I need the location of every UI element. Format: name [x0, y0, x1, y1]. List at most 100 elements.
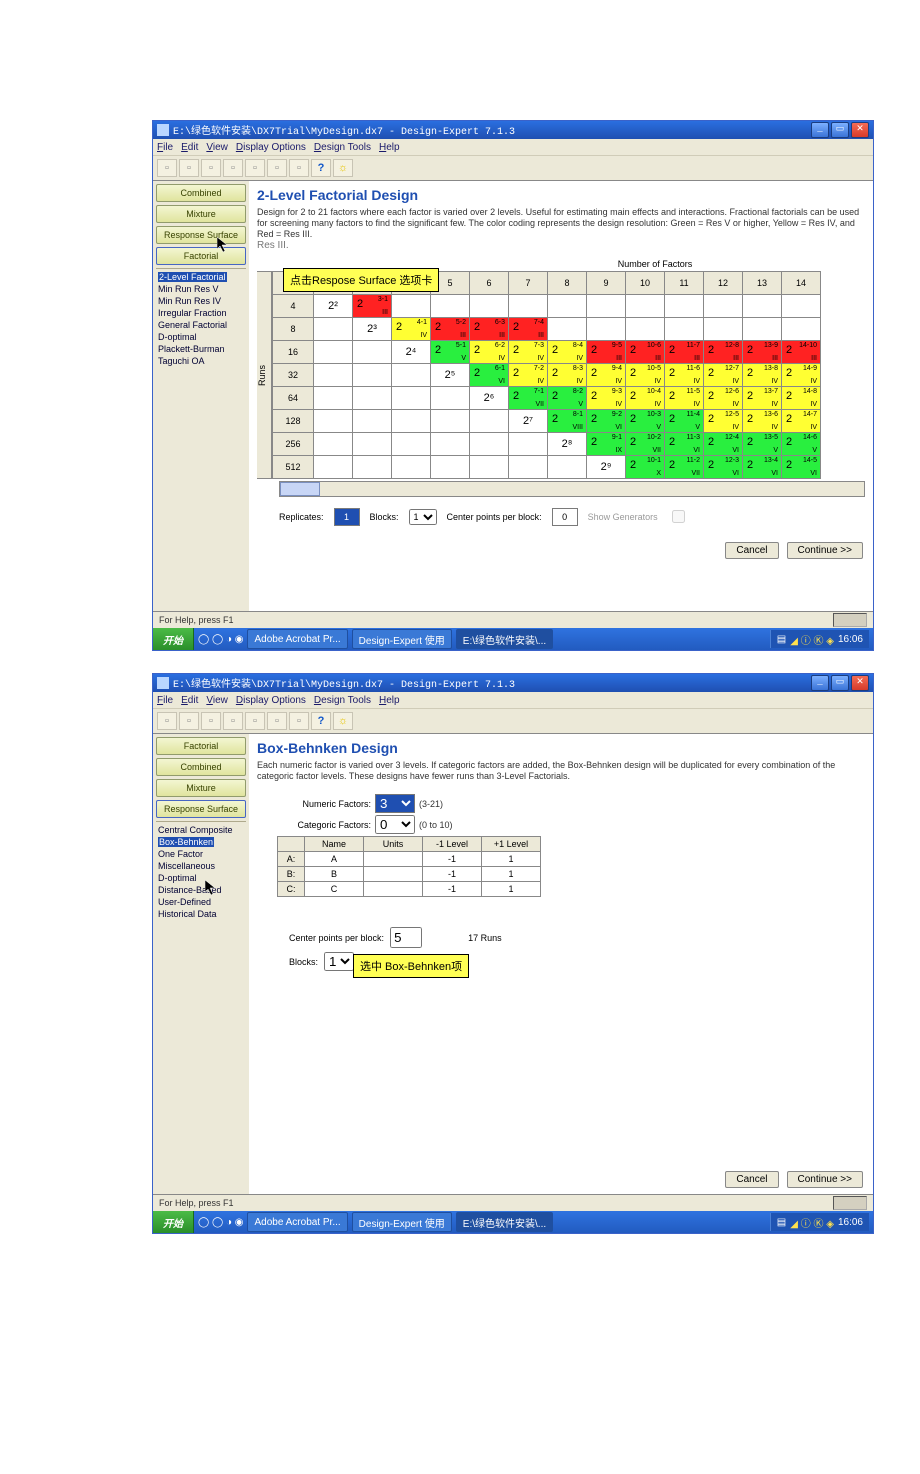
cell-16-5[interactable]: 25-1V: [431, 341, 470, 364]
cell-16-13[interactable]: 213-9III: [743, 341, 782, 364]
start-button[interactable]: 开始: [153, 1211, 194, 1233]
cell-16-7[interactable]: 27-3IV: [509, 341, 548, 364]
tree-item-d-optimal[interactable]: D-optimal: [158, 331, 244, 343]
cell-256-8[interactable]: 2⁸: [548, 433, 587, 456]
?-icon[interactable]: ?: [311, 712, 331, 730]
cell-16-11[interactable]: 211-7III: [665, 341, 704, 364]
open-icon[interactable]: ▫: [179, 159, 199, 177]
maximize-button[interactable]: ▭: [831, 122, 849, 138]
w2-continue-button[interactable]: Continue >>: [787, 1171, 864, 1188]
task-de-app[interactable]: E:\绿色软件安装\...: [456, 629, 553, 649]
menu-file[interactable]: File: [157, 142, 173, 153]
cell-8-3[interactable]: 2³: [353, 318, 392, 341]
save-icon[interactable]: ▫: [201, 159, 221, 177]
navcard-combined[interactable]: Combined: [156, 758, 246, 776]
task-adobe[interactable]: Adobe Acrobat Pr...: [247, 1212, 347, 1232]
tree-item-min-run-res-v[interactable]: Min Run Res V: [158, 283, 244, 295]
cell-16-4[interactable]: 2⁴: [392, 341, 431, 364]
cell-256-9[interactable]: 29-1IX: [587, 433, 626, 456]
cell-16-9[interactable]: 29-5III: [587, 341, 626, 364]
paste-icon[interactable]: ▫: [267, 712, 287, 730]
task-adobe[interactable]: Adobe Acrobat Pr...: [247, 629, 347, 649]
cell-128-13[interactable]: 213-6IV: [743, 410, 782, 433]
menu-view[interactable]: View: [206, 142, 228, 153]
cell-128-8[interactable]: 28-1VIII: [548, 410, 587, 433]
paste-icon[interactable]: ▫: [267, 159, 287, 177]
cell-32-11[interactable]: 211-6IV: [665, 364, 704, 387]
cell-64-13[interactable]: 213-7IV: [743, 387, 782, 410]
cell-64-8[interactable]: 28-2V: [548, 387, 587, 410]
tree-item-one-factor[interactable]: One Factor: [158, 848, 244, 860]
blocks-select[interactable]: 1: [409, 509, 437, 525]
cell-A-units[interactable]: [364, 852, 423, 867]
start-button[interactable]: 开始: [153, 628, 194, 650]
cell-16-10[interactable]: 210-6III: [626, 341, 665, 364]
num-factors-select[interactable]: 3: [375, 794, 415, 813]
cell-8-5[interactable]: 25-2III: [431, 318, 470, 341]
cell-16-12[interactable]: 212-8III: [704, 341, 743, 364]
cell-64-6[interactable]: 2⁶: [470, 387, 509, 410]
tree-item-d-optimal[interactable]: D-optimal: [158, 872, 244, 884]
cell-128-9[interactable]: 29-2VI: [587, 410, 626, 433]
navcard-combined[interactable]: Combined: [156, 184, 246, 202]
cell-4-2[interactable]: 2²: [314, 295, 353, 318]
cell-32-12[interactable]: 212-7IV: [704, 364, 743, 387]
cell-128-12[interactable]: 212-5IV: [704, 410, 743, 433]
maximize-button[interactable]: ▭: [831, 675, 849, 691]
navcard-factorial[interactable]: Factorial: [156, 737, 246, 755]
cell-B-lo[interactable]: -1: [423, 867, 482, 882]
cat-factors-select[interactable]: 0: [375, 815, 415, 834]
w1-hscrollbar[interactable]: [279, 481, 865, 497]
cell-256-10[interactable]: 210-2VII: [626, 433, 665, 456]
w1-continue-button[interactable]: Continue >>: [787, 542, 864, 559]
cell-256-14[interactable]: 214-6V: [782, 433, 821, 456]
cell-64-9[interactable]: 29-3IV: [587, 387, 626, 410]
tree-item-plackett-burman[interactable]: Plackett-Burman: [158, 343, 244, 355]
cell-32-10[interactable]: 210-5IV: [626, 364, 665, 387]
cpb-input[interactable]: [552, 508, 578, 526]
cell-C-units[interactable]: [364, 882, 423, 897]
cell-128-14[interactable]: 214-7IV: [782, 410, 821, 433]
cell-B-units[interactable]: [364, 867, 423, 882]
tree-item-irregular-fraction[interactable]: Irregular Fraction: [158, 307, 244, 319]
open-icon[interactable]: ▫: [179, 712, 199, 730]
cell-512-13[interactable]: 213-4VI: [743, 456, 782, 479]
menu-design-tools[interactable]: Design Tools: [314, 142, 371, 153]
menu-design-tools[interactable]: Design Tools: [314, 695, 371, 706]
tree-item-min-run-res-iv[interactable]: Min Run Res IV: [158, 295, 244, 307]
cell-32-14[interactable]: 214-9IV: [782, 364, 821, 387]
cell-16-8[interactable]: 28-4IV: [548, 341, 587, 364]
?-icon[interactable]: ?: [311, 159, 331, 177]
tree-item-miscellaneous[interactable]: Miscellaneous: [158, 860, 244, 872]
minimize-button[interactable]: _: [811, 675, 829, 691]
cell-32-6[interactable]: 26-1VI: [470, 364, 509, 387]
cell-128-10[interactable]: 210-3V: [626, 410, 665, 433]
cell-256-12[interactable]: 212-4VI: [704, 433, 743, 456]
bulb-icon[interactable]: ☼: [333, 159, 353, 177]
save-icon[interactable]: ▫: [201, 712, 221, 730]
task-de-help[interactable]: Design-Expert 使用: [352, 1212, 452, 1232]
w2-cancel-button[interactable]: Cancel: [725, 1171, 778, 1188]
tree-item-general-factorial[interactable]: General Factorial: [158, 319, 244, 331]
cell-A-lo[interactable]: -1: [423, 852, 482, 867]
cell-C-lo[interactable]: -1: [423, 882, 482, 897]
menu-file[interactable]: File: [157, 695, 173, 706]
navcard-response-surface[interactable]: Response Surface: [156, 800, 246, 818]
tree-item-taguchi-oa[interactable]: Taguchi OA: [158, 355, 244, 367]
copy-icon[interactable]: ▫: [245, 712, 265, 730]
menu-display-options[interactable]: Display Options: [236, 695, 306, 706]
cell-C-hi[interactable]: 1: [482, 882, 541, 897]
cell-64-14[interactable]: 214-8IV: [782, 387, 821, 410]
tree-item-box-behnken[interactable]: Box-Behnken: [158, 836, 244, 848]
tree-item-2-level-factorial[interactable]: 2-Level Factorial: [158, 271, 244, 283]
bulb-icon[interactable]: ☼: [333, 712, 353, 730]
cell-8-6[interactable]: 26-3III: [470, 318, 509, 341]
cell-512-11[interactable]: 211-2VII: [665, 456, 704, 479]
menu-edit[interactable]: Edit: [181, 695, 198, 706]
cell-256-13[interactable]: 213-5V: [743, 433, 782, 456]
menu-help[interactable]: Help: [379, 695, 400, 706]
cell-16-14[interactable]: 214-10III: [782, 341, 821, 364]
cell-B-name[interactable]: B: [305, 867, 364, 882]
navcard-response-surface[interactable]: Response Surface: [156, 226, 246, 244]
cell-64-12[interactable]: 212-6IV: [704, 387, 743, 410]
